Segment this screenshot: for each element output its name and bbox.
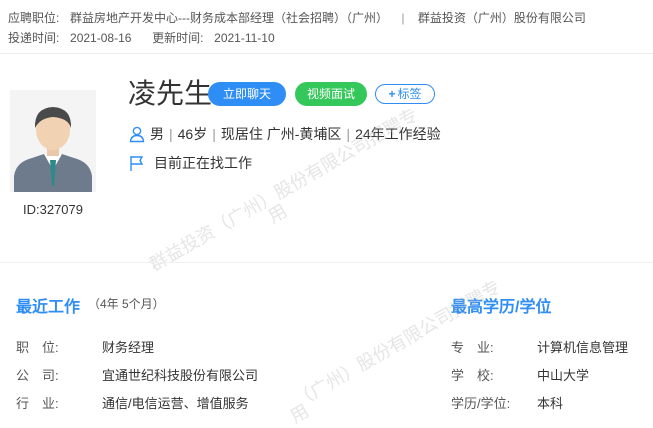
recent-work-title: 最近工作 xyxy=(16,299,81,316)
info-separator: | xyxy=(346,126,351,142)
plus-icon: + xyxy=(388,87,396,101)
info-separator: | xyxy=(169,126,173,142)
update-label: 更新时间: xyxy=(152,31,204,45)
avatar-person-icon xyxy=(10,90,96,192)
company-name: 群益投资（广州）股份有限公司 xyxy=(417,11,586,25)
avatar xyxy=(10,90,96,192)
update-value: 2021-11-10 xyxy=(214,31,275,45)
job-status: 目前正在找工作 xyxy=(128,153,252,173)
experience: 24年工作经验 xyxy=(355,126,441,142)
company-value: 宜通世纪科技股份有限公司 xyxy=(102,368,259,383)
industry-label: 行 业: xyxy=(16,396,59,411)
school-value: 中山大学 xyxy=(537,368,590,383)
header-separator: | xyxy=(401,11,405,25)
degree-label: 学历/学位: xyxy=(451,396,511,411)
section-divider xyxy=(0,262,653,263)
major-value: 计算机信息管理 xyxy=(537,340,629,355)
delivery-value: 2021-08-16 xyxy=(70,31,132,45)
basic-info: 男 | 46岁 | 现居住 广州-黄埔区 | 24年工作经验 xyxy=(128,124,441,144)
company-label: 公 司: xyxy=(16,368,59,383)
recent-work-duration: （4年 5个月） xyxy=(88,297,165,311)
industry-value: 通信/电信运营、增值服务 xyxy=(102,396,249,411)
info-separator: | xyxy=(212,126,216,142)
delivery-label: 投递时间: xyxy=(8,31,60,45)
gender: 男 xyxy=(150,126,164,142)
education-title: 最高学历/学位 xyxy=(451,299,552,316)
position-label: 应聘职位: xyxy=(8,11,60,25)
job-status-text: 目前正在找工作 xyxy=(154,155,252,171)
candidate-id: ID:327079 xyxy=(23,202,83,217)
watermark: 用 xyxy=(286,400,313,428)
degree-value: 本科 xyxy=(537,396,564,411)
candidate-profile: ID:327079 凌先生 立即聊天 视频面试 + 标签 男 | 46岁 | 现居… xyxy=(0,54,653,276)
job-title-value: 财务经理 xyxy=(102,340,155,355)
header-row-1: 应聘职位: 群益房地产开发中心---财务成本部经理（社会招聘）（广州） | 群益… xyxy=(8,8,645,28)
watermark: 用 xyxy=(264,200,291,228)
add-tag-button[interactable]: + 标签 xyxy=(375,84,435,104)
application-header: 应聘职位: 群益房地产开发中心---财务成本部经理（社会招聘）（广州） | 群益… xyxy=(0,0,653,54)
flag-icon xyxy=(130,156,144,171)
major-label: 专 业: xyxy=(451,340,494,355)
job-title-label: 职 位: xyxy=(16,340,59,355)
tag-button-label: 标签 xyxy=(397,87,422,101)
header-row-2: 投递时间: 2021-08-16 更新时间: 2021-11-10 xyxy=(8,28,645,48)
residence: 现居住 广州-黄埔区 xyxy=(220,126,342,142)
user-icon xyxy=(129,126,145,143)
school-label: 学 校: xyxy=(451,368,494,383)
position-value: 群益房地产开发中心---财务成本部经理（社会招聘）（广州） xyxy=(70,11,389,25)
age: 46岁 xyxy=(177,126,208,142)
chat-now-button[interactable]: 立即聊天 xyxy=(208,82,286,106)
video-interview-button[interactable]: 视频面试 xyxy=(295,82,367,106)
candidate-name: 凌先生 xyxy=(128,77,213,110)
